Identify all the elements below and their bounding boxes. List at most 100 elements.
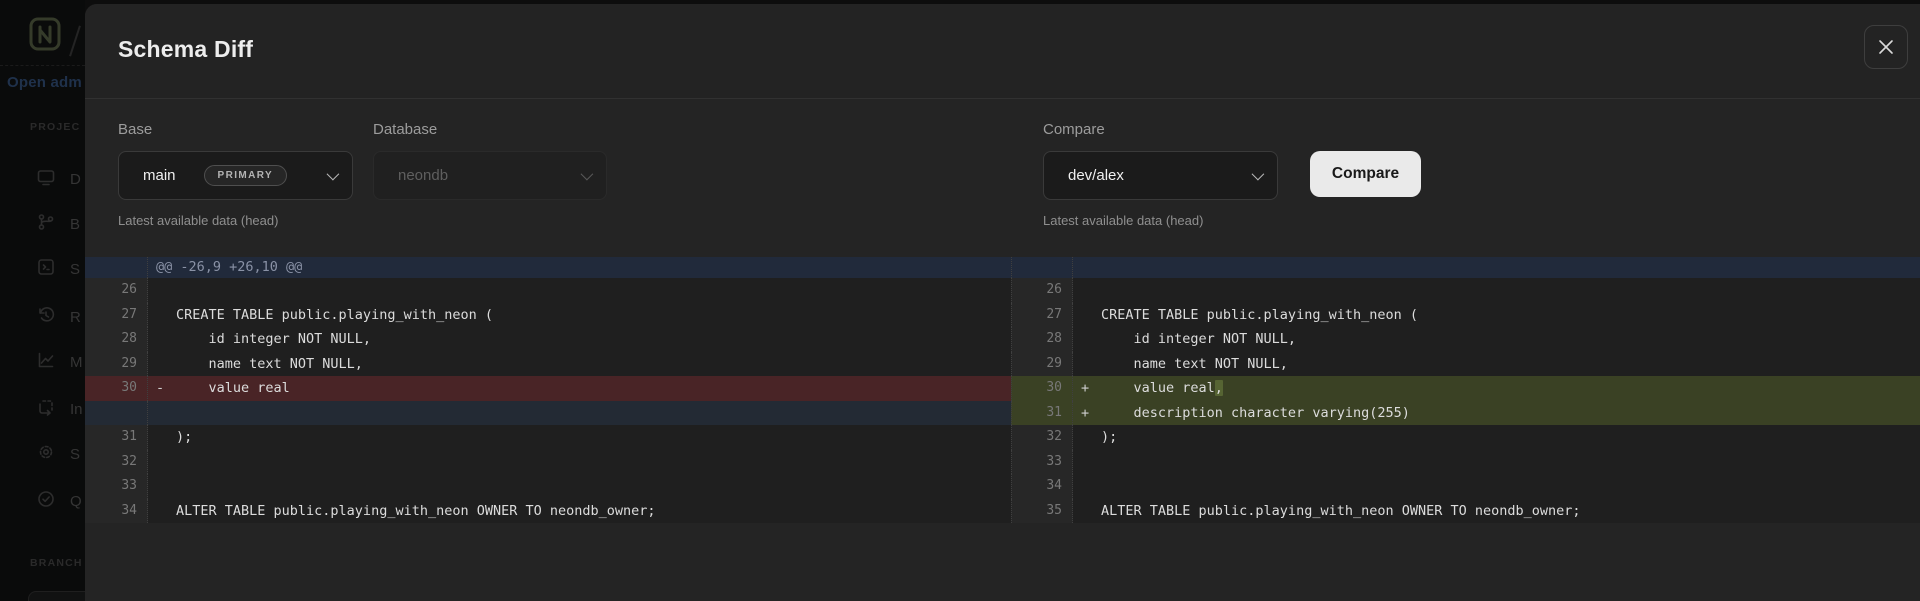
code-text: value real (176, 376, 290, 401)
code-cell (1073, 474, 1920, 499)
code-cell: name text NOT NULL, (148, 352, 1011, 377)
diff-line: 31+ description character varying(255) (1011, 401, 1920, 426)
diff-marker (156, 450, 176, 475)
code-cell: CREATE TABLE public.playing_with_neon ( (148, 303, 1011, 328)
code-cell: ALTER TABLE public.playing_with_neon OWN… (148, 499, 1011, 524)
code-cell (1073, 278, 1920, 303)
line-number: 33 (1011, 450, 1073, 475)
database-value: neondb (398, 167, 448, 184)
diff-marker (1081, 352, 1101, 377)
diff-line (85, 401, 1011, 426)
diff-line: 28 id integer NOT NULL, (85, 327, 1011, 352)
database-select: neondb (373, 151, 607, 200)
code-cell: id integer NOT NULL, (148, 327, 1011, 352)
code-cell: id integer NOT NULL, (1073, 327, 1920, 352)
diff-marker (156, 425, 176, 450)
code-text: CREATE TABLE public.playing_with_neon ( (1101, 303, 1418, 328)
code-text: ); (1101, 425, 1117, 450)
base-label: Base (118, 121, 152, 138)
line-number: 27 (85, 303, 148, 328)
code-text: ALTER TABLE public.playing_with_neon OWN… (176, 499, 656, 524)
code-cell: ); (1073, 425, 1920, 450)
code-text: value real, (1101, 376, 1223, 401)
diff-marker (156, 474, 176, 499)
code-cell: ALTER TABLE public.playing_with_neon OWN… (1073, 499, 1920, 524)
diff-line: 33 (85, 474, 1011, 499)
code-cell (148, 450, 1011, 475)
hunk-header: @@ -26,9 +26,10 @@ (85, 257, 1011, 278)
line-number: 34 (85, 499, 148, 524)
diff-line: 29 name text NOT NULL, (1011, 352, 1920, 377)
code-text: ALTER TABLE public.playing_with_neon OWN… (1101, 499, 1581, 524)
line-number: 28 (1011, 327, 1073, 352)
schema-diff-modal: Schema Diff Base Database Compare main P… (85, 4, 1920, 601)
close-button[interactable] (1864, 25, 1908, 69)
diff-line: 26 (1011, 278, 1920, 303)
line-number: 30 (1011, 376, 1073, 401)
schema-diff-view: @@ -26,9 +26,10 @@2627CREATE TABLE publi… (85, 257, 1920, 523)
line-number: 31 (85, 425, 148, 450)
diff-marker: + (1081, 376, 1101, 401)
line-number (1011, 257, 1073, 278)
diff-marker (1081, 303, 1101, 328)
line-number (85, 401, 148, 426)
close-icon (1876, 37, 1896, 57)
code-text: name text NOT NULL, (1101, 352, 1288, 377)
line-number: 29 (1011, 352, 1073, 377)
schema-diff-screen: Open adm PROJEC DBSRMInSQ BRANCH Schema … (0, 0, 1920, 601)
diff-marker (1081, 499, 1101, 524)
diff-marker (156, 303, 176, 328)
diff-line: 27 CREATE TABLE public.playing_with_neon … (1011, 303, 1920, 328)
diff-line: 34 (1011, 474, 1920, 499)
diff-line: 27CREATE TABLE public.playing_with_neon … (85, 303, 1011, 328)
chevron-down-icon (327, 168, 340, 181)
diff-panel-base: @@ -26,9 +26,10 @@2627CREATE TABLE publi… (85, 257, 1011, 523)
base-branch-value: main (143, 167, 176, 184)
diff-line: 31); (85, 425, 1011, 450)
line-number: 27 (1011, 303, 1073, 328)
code-cell: name text NOT NULL, (1073, 352, 1920, 377)
diff-line: 34 ALTER TABLE public.playing_with_neon O… (85, 499, 1011, 524)
line-number: 30 (85, 376, 148, 401)
diff-line: 33 (1011, 450, 1920, 475)
diff-marker (1081, 474, 1101, 499)
diff-marker (1081, 278, 1101, 303)
line-number: 26 (85, 278, 148, 303)
code-cell: - value real (148, 376, 1011, 401)
diff-marker (1081, 327, 1101, 352)
line-number: 32 (1011, 425, 1073, 450)
diff-line: 26 (85, 278, 1011, 303)
diff-line: 32 (85, 450, 1011, 475)
line-number: 26 (1011, 278, 1073, 303)
line-number: 29 (85, 352, 148, 377)
base-branch-select[interactable]: main PRIMARY (118, 151, 353, 200)
diff-line: 30+ value real, (1011, 376, 1920, 401)
diff-marker: - (156, 376, 176, 401)
line-number (85, 257, 148, 278)
code-cell: + value real, (1073, 376, 1920, 401)
diff-marker (156, 327, 176, 352)
chevron-down-icon (1252, 168, 1265, 181)
hunk-header (1011, 257, 1920, 278)
diff-marker (156, 401, 176, 426)
primary-badge: PRIMARY (204, 165, 288, 186)
compare-button[interactable]: Compare (1310, 151, 1421, 197)
hunk-header-text: @@ -26,9 +26,10 @@ (148, 257, 302, 278)
diff-marker (156, 278, 176, 303)
line-number: 32 (85, 450, 148, 475)
database-label: Database (373, 121, 437, 138)
compare-branch-value: dev/alex (1068, 167, 1124, 184)
diff-marker (156, 499, 176, 524)
diff-marker (156, 352, 176, 377)
diff-marker: + (1081, 401, 1101, 426)
diff-marker (1081, 425, 1101, 450)
code-text: ); (176, 425, 192, 450)
diff-line: 32); (1011, 425, 1920, 450)
modal-header: Schema Diff (85, 4, 1920, 99)
line-number: 28 (85, 327, 148, 352)
modal-title: Schema Diff (118, 36, 253, 63)
code-cell: CREATE TABLE public.playing_with_neon ( (1073, 303, 1920, 328)
compare-branch-select[interactable]: dev/alex (1043, 151, 1278, 200)
compare-helper-text: Latest available data (head) (1043, 213, 1203, 228)
compare-label: Compare (1043, 121, 1105, 138)
